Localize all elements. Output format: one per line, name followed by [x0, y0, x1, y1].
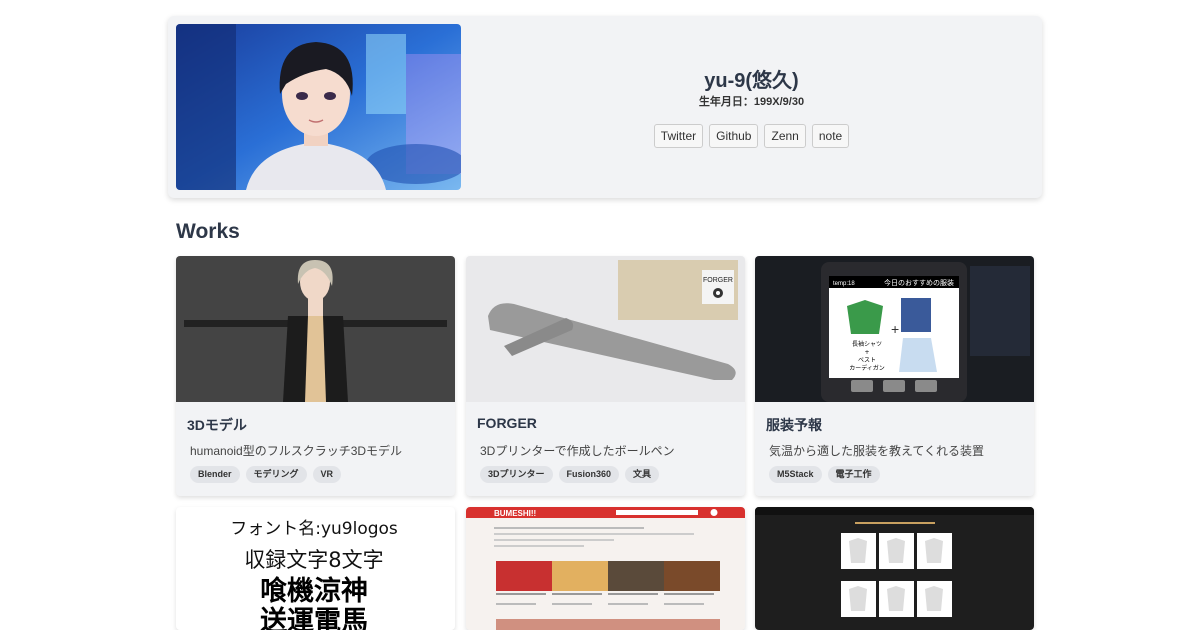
- svg-text:+: +: [891, 321, 899, 337]
- profile-links: Twitter Github Zenn note: [461, 124, 1042, 148]
- work-description: 気温から適した服装を教えてくれる装置: [769, 444, 985, 458]
- work-card-outfit-forecast[interactable]: temp:18 今日のおすすめの服装 + 長袖シャツ + ベスト カーディガン …: [755, 256, 1034, 496]
- profile-card: yu-9(悠久) 生年月日：199X/9/30 Twitter Github Z…: [168, 16, 1042, 198]
- clothing-app-thumbnail: [755, 507, 1034, 630]
- work-tags: 3Dプリンター Fusion360 文具: [480, 466, 660, 483]
- font-line1: フォント名:yu9logos: [230, 519, 398, 539]
- work-tags: M5Stack 電子工作: [769, 466, 880, 483]
- work-card-clothing-app[interactable]: [755, 507, 1034, 630]
- tag[interactable]: Fusion360: [558, 466, 620, 483]
- works-heading: Works: [176, 220, 240, 243]
- m5-line3: ベスト: [858, 357, 876, 364]
- pen-thumbnail: FORGER: [466, 256, 745, 402]
- note-link[interactable]: note: [811, 124, 850, 148]
- tag[interactable]: モデリング: [245, 466, 307, 483]
- work-description: 3Dプリンターで作成したボールペン: [480, 444, 675, 458]
- bumeshi-logo: BUMESHI!!: [494, 509, 536, 518]
- zenn-link[interactable]: Zenn: [764, 124, 806, 148]
- tag[interactable]: 文具: [625, 466, 660, 483]
- twitter-link[interactable]: Twitter: [653, 124, 704, 148]
- bumeshi-thumbnail: BUMESHI!!: [466, 507, 745, 630]
- work-card-bumeshi[interactable]: BUMESHI!!: [466, 507, 745, 630]
- work-card-3d-model[interactable]: 3Dモデル humanoid型のフルスクラッチ3Dモデル Blender モデリ…: [176, 256, 455, 496]
- 3d-model-thumbnail: [176, 256, 455, 402]
- profile-birthday: 生年月日：199X/9/30: [698, 96, 805, 108]
- work-card-font[interactable]: フォント名:yu9logos 収録文字8文字 喰機涼神 送運電馬: [176, 507, 455, 630]
- tag[interactable]: Blender: [190, 466, 240, 483]
- tag[interactable]: 3Dプリンター: [480, 466, 553, 483]
- profile-name: yu-9(悠久): [704, 70, 799, 92]
- work-description: humanoid型のフルスクラッチ3Dモデル: [190, 444, 403, 458]
- avatar: [176, 24, 461, 190]
- font-line3: 喰機涼神: [260, 575, 368, 607]
- tag[interactable]: VR: [312, 466, 342, 483]
- m5-heading: 今日のおすすめの服装: [884, 278, 954, 287]
- tag[interactable]: M5Stack: [769, 466, 822, 483]
- profile-info: yu-9(悠久) 生年月日：199X/9/30 Twitter Github Z…: [461, 16, 1042, 198]
- font-line2: 収録文字8文字: [244, 548, 383, 572]
- github-link[interactable]: Github: [709, 124, 759, 148]
- work-title: 3Dモデル: [187, 417, 247, 433]
- work-title: FORGER: [477, 415, 537, 431]
- tag[interactable]: 電子工作: [827, 466, 880, 483]
- m5-temp: temp:18: [833, 281, 855, 287]
- work-title: 服装予報: [766, 417, 822, 433]
- m5-line4: カーディガン: [849, 364, 885, 372]
- pen-box-label: FORGER: [703, 277, 733, 284]
- font-thumbnail: フォント名:yu9logos 収録文字8文字 喰機涼神 送運電馬: [176, 507, 455, 630]
- font-line4: 送運電馬: [260, 606, 368, 630]
- m5stack-thumbnail: temp:18 今日のおすすめの服装 + 長袖シャツ + ベスト カーディガン: [755, 256, 1034, 402]
- work-tags: Blender モデリング VR: [190, 466, 342, 483]
- m5-line2: +: [864, 349, 869, 356]
- m5-line1: 長袖シャツ: [852, 340, 882, 348]
- work-card-forger[interactable]: FORGER FORGER 3Dプリンターで作成したボールペン 3Dプリンター …: [466, 256, 745, 496]
